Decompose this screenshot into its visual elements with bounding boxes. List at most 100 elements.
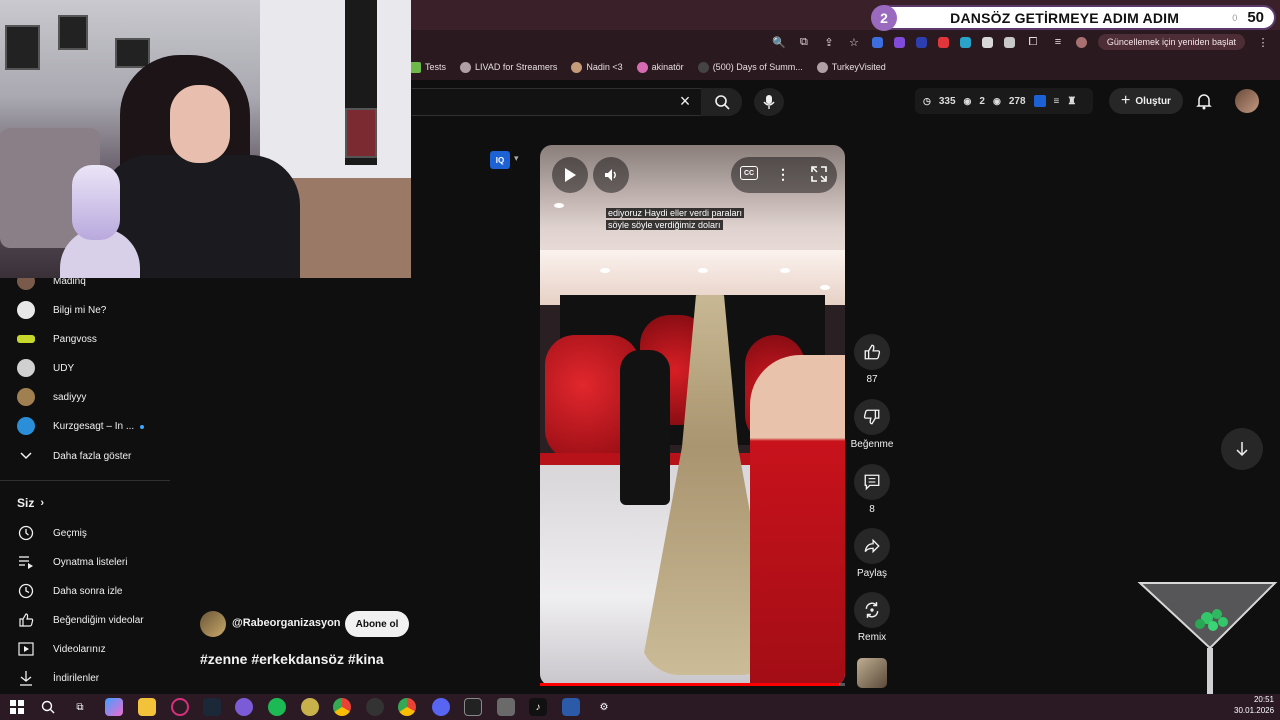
- sidebar-item-subscription[interactable]: UDY: [0, 354, 170, 382]
- bookmark-item[interactable]: akinatör: [636, 61, 684, 73]
- share-button[interactable]: Paylaş: [850, 528, 894, 579]
- show-more-button[interactable]: Daha fazla göster: [0, 442, 170, 470]
- trophy-icon[interactable]: ♜: [1067, 96, 1076, 107]
- search-button[interactable]: [701, 88, 742, 116]
- bookmark-star-icon[interactable]: ☆: [847, 35, 861, 49]
- share-button-circle[interactable]: [854, 528, 890, 564]
- extension-icon[interactable]: [871, 36, 883, 48]
- file-explorer-icon[interactable]: [138, 698, 156, 716]
- extension-icon[interactable]: [981, 36, 993, 48]
- sidebar-item-subscription[interactable]: sadiyyy: [0, 383, 170, 411]
- chevron-down-icon[interactable]: ▾: [514, 153, 519, 164]
- create-button[interactable]: + Oluştur: [1109, 88, 1183, 114]
- dislike-button-circle[interactable]: [854, 399, 890, 435]
- clock-icon: ◷: [923, 95, 931, 106]
- reading-list-icon[interactable]: ≡: [1051, 35, 1065, 49]
- remix-button[interactable]: Remix: [850, 592, 894, 643]
- wall-poster: [345, 108, 377, 158]
- chrome-profile-icon[interactable]: [398, 698, 416, 716]
- bookmark-item[interactable]: (500) Days of Summ...: [697, 61, 803, 73]
- channel-avatar[interactable]: [200, 611, 226, 637]
- extensions-puzzle-icon[interactable]: ⧠: [1026, 35, 1040, 49]
- extension-icon[interactable]: [915, 36, 927, 48]
- expand-icon: [811, 166, 827, 182]
- extension-icon[interactable]: [959, 36, 971, 48]
- webcam-background: [260, 0, 411, 190]
- clear-search-icon[interactable]: ×: [676, 92, 694, 110]
- windows-start-icon[interactable]: [8, 698, 26, 716]
- play-button[interactable]: [552, 157, 588, 193]
- app-icon[interactable]: [497, 698, 515, 716]
- search-icon: [714, 95, 730, 110]
- dislike-label: Beğenme: [850, 439, 894, 450]
- search-icon[interactable]: [39, 698, 57, 716]
- dislike-button[interactable]: Beğenme: [850, 399, 894, 450]
- sidebar-item-subscription[interactable]: Bilgi mi Ne?: [0, 296, 170, 324]
- comments-button-circle[interactable]: [854, 464, 890, 500]
- profile-avatar-icon[interactable]: [1075, 36, 1087, 48]
- like-button-circle[interactable]: [854, 334, 890, 370]
- next-video-button[interactable]: [1221, 428, 1263, 470]
- bookmark-item[interactable]: TurkeyVisited: [816, 61, 886, 73]
- app-icon[interactable]: [301, 698, 319, 716]
- channel-name[interactable]: @Rabeorganizasyon: [232, 617, 341, 629]
- copilot-icon[interactable]: [105, 698, 123, 716]
- remix-icon: [865, 602, 879, 618]
- account-avatar[interactable]: [1235, 89, 1259, 113]
- app-icon[interactable]: [464, 698, 482, 716]
- opera-gx-icon[interactable]: [171, 698, 189, 716]
- remix-button-circle[interactable]: [854, 592, 890, 628]
- sidebar-item-subscription[interactable]: Pangvoss: [0, 325, 170, 353]
- extension-icon[interactable]: [893, 36, 905, 48]
- fullscreen-button[interactable]: [810, 165, 828, 183]
- spotify-icon[interactable]: [268, 698, 286, 716]
- stream-goal-bar: 2 DANSÖZ GETİRMEYE ADIM ADIM 0 50: [871, 4, 1276, 31]
- subscribe-button[interactable]: Abone ol: [345, 611, 409, 637]
- voice-search-button[interactable]: [754, 88, 784, 116]
- video-scene: [780, 268, 790, 273]
- list-icon[interactable]: ≡: [1054, 96, 1060, 107]
- sidebar-item-liked-videos[interactable]: Beğendiğim videolar: [0, 606, 170, 634]
- app-icon[interactable]: [235, 698, 253, 716]
- system-clock[interactable]: 20:51 30.01.2026: [1234, 694, 1274, 716]
- you-section-header[interactable]: Siz ›: [17, 496, 44, 510]
- comments-button[interactable]: 8: [850, 464, 894, 515]
- video-hashtags[interactable]: #zenne #erkekdansöz #kina: [200, 651, 384, 667]
- sidebar-item-history[interactable]: Geçmiş: [0, 519, 170, 547]
- chrome-icon[interactable]: [333, 698, 351, 716]
- bookmark-icon: [571, 61, 583, 73]
- sidebar-item-watch-later[interactable]: Daha sonra izle: [0, 577, 170, 605]
- bookmark-item[interactable]: Tests: [410, 61, 446, 73]
- sound-thumbnail[interactable]: [857, 658, 887, 688]
- iq-extension-icon[interactable]: [1033, 95, 1046, 107]
- sidebar-item-your-videos[interactable]: Videolarınız: [0, 635, 170, 663]
- more-options-button[interactable]: ⋮: [776, 163, 790, 185]
- iq-extension-badge[interactable]: IQ: [490, 151, 510, 169]
- bookmark-item[interactable]: Nadin <3: [571, 61, 623, 73]
- extension-icon[interactable]: [937, 36, 949, 48]
- notifications-button[interactable]: [1194, 91, 1214, 111]
- like-button[interactable]: 87: [850, 334, 894, 385]
- settings-gear-icon[interactable]: ⚙: [595, 698, 613, 716]
- zoom-icon[interactable]: 🔍: [772, 35, 786, 49]
- steam-icon[interactable]: [203, 698, 221, 716]
- extension-icon[interactable]: [1003, 36, 1015, 48]
- share-page-icon[interactable]: ⇪: [822, 35, 836, 49]
- obs-icon[interactable]: [366, 698, 384, 716]
- sidebar-item-subscription[interactable]: Kurzgesagt – In ...: [0, 412, 170, 440]
- sidebar-item-downloads[interactable]: İndirilenler: [0, 664, 170, 692]
- discord-icon[interactable]: [432, 698, 450, 716]
- bookmark-item[interactable]: LIVAD for Streamers: [460, 61, 557, 73]
- cast-icon[interactable]: ⧉: [797, 35, 811, 49]
- captions-button[interactable]: CC: [740, 166, 758, 180]
- sidebar-item-playlists[interactable]: Oynatma listeleri: [0, 548, 170, 576]
- microphone: [72, 165, 120, 240]
- chevron-right-icon: ›: [40, 497, 45, 509]
- browser-menu-icon[interactable]: ⋮: [1256, 35, 1270, 49]
- tiktok-icon[interactable]: ♪: [529, 698, 547, 716]
- task-view-icon[interactable]: ⧉: [71, 698, 89, 716]
- app-icon[interactable]: [562, 698, 580, 716]
- update-restart-button[interactable]: Güncellemek için yeniden başlat: [1097, 34, 1245, 50]
- volume-button[interactable]: [593, 157, 629, 193]
- video-progress-bar[interactable]: [540, 683, 845, 686]
